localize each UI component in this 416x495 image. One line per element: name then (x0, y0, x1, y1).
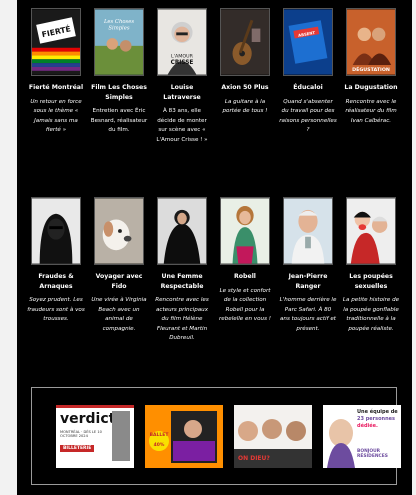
ads-banner: verdict MONTRÉAL · DÈS LE 10 OCTOBRE 202… (31, 387, 401, 485)
magazine-ad-icon[interactable]: BALLET 40% (145, 405, 223, 468)
rainbow-poster-icon[interactable]: FIERTÉ (31, 8, 81, 76)
article-title[interactable]: Les poupées sexuelles (342, 272, 400, 291)
article-desc: La petite histoire de la poupée gonflabl… (342, 297, 400, 332)
svg-text:Les Choses: Les Choses (103, 19, 134, 25)
portrait-icon[interactable]: L'AMOUR CRISSE (157, 8, 207, 76)
doll-icon[interactable] (346, 197, 396, 265)
article-card[interactable]: Une Femme Respectable Rencontre avec les… (153, 197, 211, 344)
article-card[interactable]: L'AMOUR CRISSE Louise Latraverse À 83 an… (153, 8, 211, 145)
article-title[interactable]: Film Les Choses Simples (90, 83, 148, 102)
article-card[interactable]: Robell Le style et confort de la collect… (216, 197, 274, 325)
article-desc: Rencontre avec le réalisateur du film Iv… (345, 98, 397, 124)
ad-res-line3: dédiée. (357, 423, 378, 429)
article-title[interactable]: Éducaloi (279, 83, 337, 93)
article-desc: Soyez prudent. Les fraudeurs sont à vos … (27, 297, 85, 323)
article-title[interactable]: Louise Latraverse (153, 83, 211, 102)
dog-icon[interactable] (94, 197, 144, 265)
article-title[interactable]: Une Femme Respectable (153, 272, 211, 291)
article-title[interactable]: La Dugustation (342, 83, 400, 93)
article-card[interactable]: FIERTÉ Fierté Montréal Un retour en forc… (27, 8, 85, 136)
svg-text:L'AMOUR: L'AMOUR (171, 53, 194, 59)
ad-verdict-title: verdict (60, 411, 116, 427)
movie-poster-icon[interactable]: DÉGUSTATION (346, 8, 396, 76)
article-card[interactable]: Les Choses Simples Film Les Choses Simpl… (90, 8, 148, 136)
article-title[interactable]: Fierté Montréal (27, 83, 85, 93)
article-desc: À 83 ans, elle décide de monter sur scèn… (156, 108, 208, 143)
book-icon[interactable]: ABSENT (283, 8, 333, 76)
article-title[interactable]: Voyager avec Fido (90, 272, 148, 291)
article-desc: Rencontre avec les acteurs principaux du… (155, 297, 209, 342)
article-desc: Quand s'absenter du travail pour des rai… (279, 98, 337, 134)
article-card[interactable]: Fraudes & Arnaques Soyez prudent. Les fr… (27, 197, 85, 325)
article-card[interactable]: DÉGUSTATION La Dugustation Rencontre ave… (342, 8, 400, 126)
article-desc: Un retour en force sous le thème « Jamai… (30, 98, 82, 134)
ad-ticket-button[interactable]: BILLETERIE (60, 445, 95, 452)
article-title[interactable]: Robell (216, 272, 274, 282)
article-card[interactable]: ABSENT Éducaloi Quand s'absenter du trav… (279, 8, 337, 136)
ad-discount-badge: BALLET 40% (149, 431, 169, 451)
article-title[interactable]: Axion 50 Plus (216, 83, 274, 93)
article-desc: L'homme derrière le Parc Safari. À 80 an… (279, 297, 337, 332)
ad-res-brand: BONJOUR RÉSIDENCES (357, 449, 388, 460)
svg-text:Simples: Simples (108, 26, 129, 32)
article-desc: Une virée à Virginia Beach avec un anima… (91, 297, 147, 332)
ad-verdict-line: MONTRÉAL · DÈS LE 10 OCTOBRE 2024 (60, 430, 102, 438)
ad-res-line1: Une équipe de (357, 409, 398, 415)
article-desc: La guitare à la portée de tous ! (222, 98, 268, 115)
hooded-hacker-icon[interactable] (31, 197, 81, 265)
article-card[interactable]: Jean-Pierre Ranger L'homme derrière le P… (279, 197, 337, 334)
ad-play-caption: ON DIEU? (238, 455, 270, 462)
article-title[interactable]: Jean-Pierre Ranger (279, 272, 337, 291)
movie-poster-icon[interactable]: Les Choses Simples (94, 8, 144, 76)
article-desc: Le style et confort de la collection Rob… (218, 287, 272, 323)
man-portrait-icon[interactable] (283, 197, 333, 265)
content-panel: FIERTÉ Fierté Montréal Un retour en forc… (17, 0, 412, 495)
theatre-play-ad-icon[interactable]: ON DIEU? (234, 405, 312, 468)
residence-ad-icon[interactable]: Une équipe de 23 personnes dédiée. BONJO… (323, 405, 401, 468)
article-desc: Entretien avec Éric Besnard, réalisateur… (90, 108, 148, 134)
woman-in-black-icon[interactable] (157, 197, 207, 265)
article-title[interactable]: Fraudes & Arnaques (27, 272, 85, 291)
theatre-ad-icon[interactable]: verdict MONTRÉAL · DÈS LE 10 OCTOBRE 202… (56, 405, 134, 468)
guitar-icon[interactable] (220, 8, 270, 76)
article-card[interactable]: Axion 50 Plus La guitare à la portée de … (216, 8, 274, 117)
article-card[interactable]: Les poupées sexuelles La petite histoire… (342, 197, 400, 334)
fashion-model-icon[interactable] (220, 197, 270, 265)
ad-res-line2: 23 personnes (357, 416, 396, 422)
svg-text:CRISSE: CRISSE (171, 60, 194, 66)
ad-actor-photo (112, 411, 130, 461)
article-card[interactable]: Voyager avec Fido Une virée à Virginia B… (90, 197, 148, 334)
